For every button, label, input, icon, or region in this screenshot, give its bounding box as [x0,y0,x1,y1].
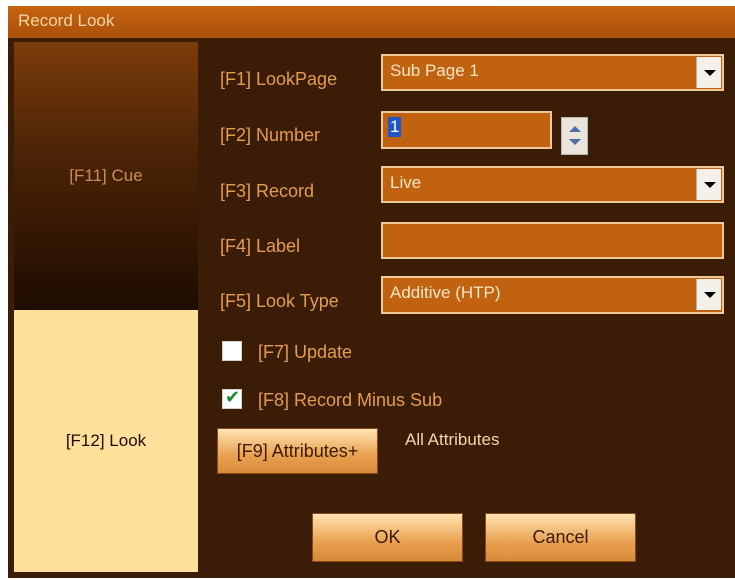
number-value: 1 [388,117,402,137]
look-type-value: Additive (HTP) [390,283,501,302]
chevron-down-icon[interactable] [696,57,721,88]
attributes-value: All Attributes [405,430,500,449]
cancel-button[interactable]: Cancel [485,513,636,562]
record-look-dialog: Record Look [F11] Cue [F12] Look [F1] Lo… [8,6,735,578]
tab-cue[interactable]: [F11] Cue [14,42,198,310]
update-label: [F7] Update [258,342,353,362]
record-minus-sub-label: [F8] Record Minus Sub [258,390,443,410]
lookpage-dropdown[interactable]: Sub Page 1 [381,54,724,91]
record-minus-sub-checkbox[interactable]: ✔ [222,387,242,409]
checkmark-icon: ✔ [225,387,241,408]
number-label: [F2] Number [220,125,321,145]
look-type-dropdown[interactable]: Additive (HTP) [381,276,724,314]
attributes-button-label: [F9] Attributes+ [236,440,359,461]
ok-button-label: OK [374,527,401,547]
lookpage-label: [F1] LookPage [220,69,338,89]
title-bar[interactable]: Record Look [8,6,735,38]
lookpage-value: Sub Page 1 [390,61,479,80]
tab-cue-label: [F11] Cue [69,166,143,185]
cancel-button-label: Cancel [532,527,589,547]
record-value: Live [390,173,422,192]
number-spinner[interactable] [561,117,588,155]
ok-button[interactable]: OK [312,513,463,562]
record-dropdown[interactable]: Live [381,166,724,203]
attributes-button[interactable]: [F9] Attributes+ [217,428,378,474]
label-field-label: [F4] Label [220,236,301,256]
label-input[interactable] [381,222,724,259]
record-label: [F3] Record [220,181,315,201]
window-title: Record Look [18,11,115,30]
tab-look-label: [F12] Look [65,431,147,450]
number-input[interactable]: 1 [381,111,552,149]
chevron-down-icon[interactable] [696,279,721,310]
look-type-label: [F5] Look Type [220,291,339,311]
tab-look[interactable]: [F12] Look [14,310,198,572]
spin-down-icon[interactable] [569,139,581,145]
spin-up-icon[interactable] [569,126,581,132]
update-checkbox[interactable] [222,341,242,361]
chevron-down-icon[interactable] [696,169,721,200]
